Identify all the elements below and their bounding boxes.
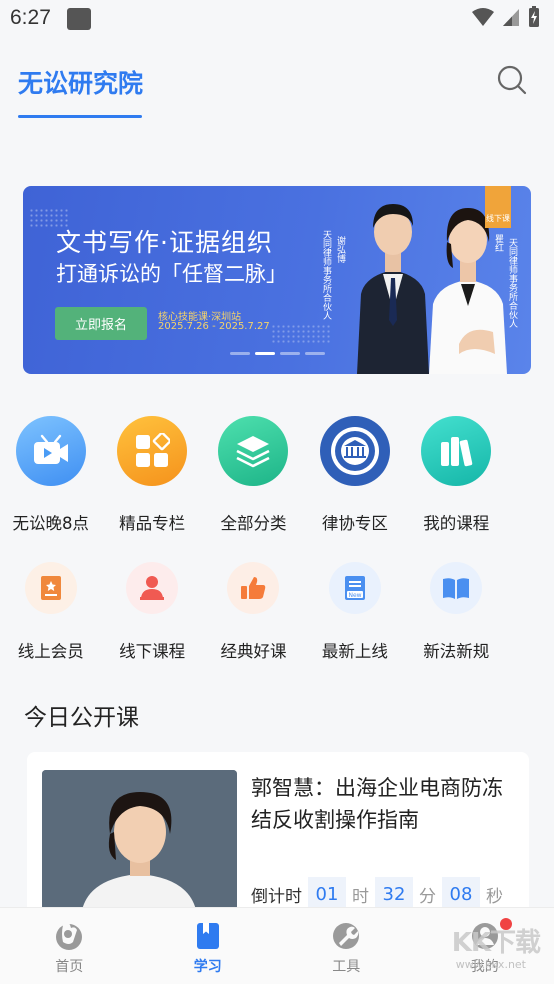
section-title-today-open-course: 今日公开课 [24, 705, 139, 731]
nav-tools[interactable]: 工具 [277, 908, 416, 984]
top-header: 无讼研究院 [0, 38, 554, 124]
course-thumbnail [42, 770, 237, 910]
menu-item-offline-course[interactable]: 线下课程 [101, 553, 202, 662]
video-camera-icon [15, 416, 86, 486]
bookmark-book-icon [196, 923, 219, 949]
svg-text:New: New [348, 592, 361, 599]
speaker1-title: 天同律师事务所合伙人 [321, 230, 331, 320]
menu-label: 全部分类 [220, 514, 287, 533]
menu-label: 我的课程 [423, 514, 490, 533]
lawyers-association-icon [319, 416, 390, 486]
status-icons [472, 6, 540, 28]
home-icon [56, 922, 83, 950]
banner-page-dot[interactable] [230, 352, 250, 355]
countdown-seconds: 08 [442, 877, 480, 911]
teacher-icon [126, 562, 179, 614]
menu-item-evening-8[interactable]: 无讼晚8点 [0, 416, 101, 534]
member-book-icon [24, 562, 77, 614]
menu-item-online-member[interactable]: 线上会员 [0, 553, 101, 662]
menu-label: 线上会员 [17, 642, 84, 661]
menu-item-all-categories[interactable]: 全部分类 [203, 416, 304, 534]
offline-course-badge: 线下课 [485, 186, 511, 228]
banner-title-line1: 文书写作·证据组织 [56, 228, 273, 257]
banner-page-dot-active[interactable] [255, 352, 275, 355]
menu-item-latest-releases[interactable]: New 最新上线 [304, 553, 405, 662]
banner-pagination [230, 352, 325, 355]
nav-home[interactable]: 首页 [0, 908, 139, 984]
speaker1-name: 谢弘博 [335, 236, 345, 263]
signal-icon [503, 9, 519, 26]
menu-label: 经典好课 [220, 642, 287, 661]
menu-label: 线下课程 [119, 642, 186, 661]
wrench-icon [333, 923, 360, 949]
wifi-icon [472, 8, 494, 26]
menu-label: 精品专栏 [119, 514, 186, 533]
battery-icon [529, 6, 539, 27]
active-tab-underline [18, 115, 142, 118]
secondary-menu-grid: 线上会员 线下课程 经典好课 New 最新上线 新法新规 [0, 553, 554, 662]
menu-item-my-courses[interactable]: 我的课程 [406, 416, 507, 534]
menu-item-premium-columns[interactable]: 精品专栏 [101, 416, 202, 534]
tab-research-institute[interactable]: 无讼研究院 [18, 64, 143, 100]
nav-study[interactable]: 学习 [139, 908, 278, 984]
books-icon [421, 416, 492, 486]
new-document-icon: New [328, 562, 381, 614]
promo-banner[interactable]: 文书写作·证据组织 打通诉讼的「任督二脉」 立即报名 核心技能课·深圳站 202… [23, 186, 531, 374]
countdown-hours-unit: 时 [352, 886, 369, 907]
enroll-button[interactable]: 立即报名 [55, 307, 147, 340]
primary-menu-grid: 无讼晚8点 精品专栏 全部分类 律协专区 我的课程 [0, 416, 554, 534]
countdown-minutes: 32 [375, 877, 413, 911]
watermark-url: www.kkx.net [455, 958, 526, 971]
banner-page-dot[interactable] [280, 352, 300, 355]
countdown-label: 倒计时 [251, 886, 302, 907]
menu-item-classic-courses[interactable]: 经典好课 [203, 553, 304, 662]
menu-label: 律协专区 [321, 514, 388, 533]
status-bar: 6:27 [0, 0, 554, 38]
course-title[interactable]: 郭智慧：出海企业电商防冻结反收割操作指南 [251, 772, 513, 836]
app-screen: 6:27 无讼研究院 文书写作·证据组织 打通诉讼的「任督二脉」 立即报名 核心… [0, 0, 554, 984]
speaker1-photo [357, 204, 429, 374]
countdown-hours: 01 [308, 877, 346, 911]
banner-dot-pattern-2 [271, 324, 331, 344]
nav-label: 工具 [332, 959, 361, 975]
thumbs-up-icon [227, 562, 280, 614]
watermark-logo: KK下载 [451, 928, 541, 958]
badge-text: 线下课 [486, 214, 510, 223]
open-book-icon [430, 562, 483, 614]
course-countdown: 倒计时 01 时 32 分 08 秒 [251, 877, 503, 911]
nav-label: 学习 [193, 959, 222, 975]
banner-page-dot[interactable] [305, 352, 325, 355]
layers-icon [218, 416, 289, 486]
menu-label: 最新上线 [321, 642, 388, 661]
countdown-minutes-unit: 分 [419, 886, 436, 907]
nav-label: 首页 [55, 959, 84, 975]
apps-grid-icon [117, 416, 188, 486]
menu-label: 新法新规 [423, 642, 490, 661]
notification-icon [67, 8, 91, 30]
menu-item-lawyers-association[interactable]: 律协专区 [304, 416, 405, 534]
status-time: 6:27 [10, 6, 51, 29]
banner-title-line2: 打通诉讼的「任督二脉」 [56, 262, 287, 286]
search-icon[interactable] [496, 64, 528, 96]
banner-course-dates: 2025.7.26 - 2025.7.27 [158, 321, 270, 332]
menu-label: 无讼晚8点 [12, 514, 89, 533]
countdown-seconds-unit: 秒 [486, 886, 503, 907]
menu-item-new-regulations[interactable]: 新法新规 [406, 553, 507, 662]
